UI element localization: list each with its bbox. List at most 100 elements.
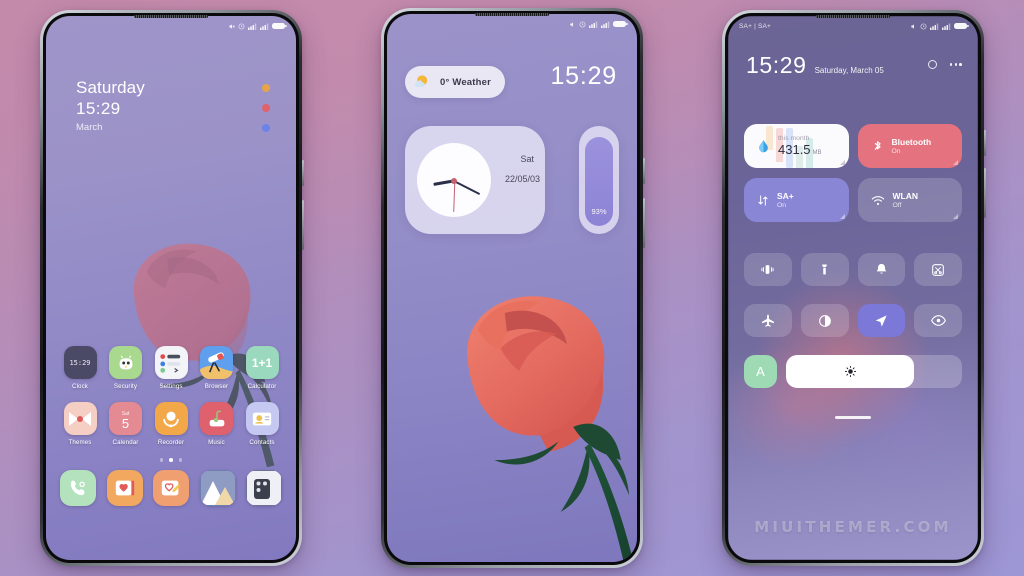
lockscreen-clock: Saturday 15:29 March bbox=[76, 78, 145, 133]
airplane-toggle[interactable] bbox=[744, 304, 792, 337]
signal-2-icon bbox=[942, 23, 951, 30]
page-dot-active[interactable] bbox=[169, 458, 173, 462]
app-label: Recorder bbox=[157, 439, 185, 446]
settings-circle-icon[interactable] bbox=[927, 60, 937, 69]
more-options-icon[interactable] bbox=[949, 63, 962, 66]
wlan-label: WLAN bbox=[892, 191, 919, 202]
sun-icon bbox=[844, 365, 856, 378]
app-label: Calendar bbox=[112, 439, 139, 446]
status-bar: SA+ | SA+ bbox=[728, 16, 978, 36]
app-music[interactable]: Music bbox=[197, 402, 237, 446]
clock-second-hand bbox=[452, 180, 455, 213]
shortcut-dot-blue[interactable] bbox=[262, 124, 270, 132]
wlan-sub: Off bbox=[892, 201, 902, 209]
camera-app-icon[interactable] bbox=[246, 469, 282, 506]
auto-brightness-button[interactable]: A bbox=[744, 355, 777, 388]
music-app-icon bbox=[200, 402, 233, 435]
weather-widget[interactable]: 0° Weather bbox=[405, 66, 506, 98]
app-recorder[interactable]: Recorder bbox=[151, 402, 191, 446]
security-robot-icon bbox=[119, 354, 132, 369]
app-label: Browser bbox=[204, 383, 229, 390]
signal-2-icon bbox=[601, 21, 610, 28]
contrast-icon bbox=[818, 314, 831, 327]
app-calendar[interactable]: Sat 5 Calendar bbox=[106, 402, 146, 446]
weather-label: 0° Weather bbox=[440, 76, 492, 88]
dark-mode-toggle[interactable] bbox=[800, 304, 849, 337]
phone-1-screen: Saturday 15:29 March 15:29 Clock Securit… bbox=[46, 16, 296, 560]
security-app-icon bbox=[109, 346, 142, 379]
recorder-app-icon bbox=[154, 402, 188, 435]
shortcut-dot-orange[interactable] bbox=[262, 84, 270, 92]
reading-toggle[interactable] bbox=[914, 304, 962, 337]
status-bar bbox=[387, 14, 637, 34]
home-time: 15:29 bbox=[550, 62, 617, 90]
mute-icon bbox=[229, 23, 235, 29]
scissors-icon bbox=[932, 263, 944, 276]
mute-icon bbox=[911, 23, 914, 29]
brightness-slider[interactable] bbox=[786, 355, 962, 388]
messages-app-icon[interactable] bbox=[106, 469, 143, 506]
app-browser[interactable]: Browser bbox=[197, 346, 237, 390]
vibrate-icon bbox=[761, 265, 774, 274]
app-label: Security bbox=[113, 383, 138, 390]
notes-pencil-icon bbox=[161, 480, 181, 495]
vibrate-toggle[interactable] bbox=[744, 253, 792, 286]
sun-cloud-icon bbox=[414, 75, 428, 87]
app-calculator[interactable]: 1+1 Calculator bbox=[242, 346, 282, 390]
flashlight-toggle[interactable] bbox=[800, 253, 849, 286]
gallery-app-icon[interactable] bbox=[199, 469, 236, 506]
expand-corner-icon[interactable] bbox=[953, 160, 958, 165]
app-clock[interactable]: 15:29 Clock bbox=[60, 346, 100, 390]
dock bbox=[46, 469, 296, 506]
clock-minute-hand bbox=[453, 180, 481, 196]
bluetooth-sub: On bbox=[891, 147, 901, 155]
clock-app-icon: 15:29 bbox=[63, 346, 97, 379]
wifi-icon bbox=[871, 195, 884, 205]
control-center-header: 15:29 Saturday, March 05 bbox=[746, 54, 884, 77]
calendar-icon-day: Sat bbox=[121, 411, 130, 417]
clock-widget[interactable]: Sat 22/05/03 bbox=[405, 126, 545, 234]
app-settings[interactable]: Settings bbox=[151, 346, 191, 390]
contacts-card-icon bbox=[252, 412, 272, 425]
calculator-app-icon: 1+1 bbox=[245, 346, 279, 379]
airplane-icon bbox=[761, 314, 774, 327]
notes-app-icon[interactable] bbox=[153, 469, 189, 506]
browser-telescope-icon bbox=[200, 352, 233, 379]
data-usage-tile[interactable]: this month 431.5 MB bbox=[744, 124, 849, 168]
phone-app-icon[interactable] bbox=[60, 469, 96, 506]
app-grid: 15:29 Clock Security Settings Browser 1+… bbox=[46, 346, 296, 506]
data-usage-value: 431.5 bbox=[778, 142, 811, 157]
eye-icon bbox=[930, 315, 946, 326]
app-contacts[interactable]: Contacts bbox=[242, 402, 282, 446]
rose-illustration bbox=[467, 296, 634, 562]
expand-corner-icon[interactable] bbox=[953, 214, 958, 219]
control-center-time: 15:29 bbox=[746, 52, 807, 78]
mobile-data-sub: On bbox=[777, 201, 787, 209]
battery-widget[interactable]: 93% bbox=[579, 126, 619, 234]
shortcut-dot-red[interactable] bbox=[262, 104, 270, 112]
page-dot[interactable] bbox=[178, 458, 183, 462]
gallery-mountain-icon bbox=[200, 470, 235, 505]
app-security[interactable]: Security bbox=[106, 346, 146, 390]
music-note-icon bbox=[209, 410, 224, 426]
screenshot-toggle[interactable] bbox=[914, 253, 962, 286]
wlan-tile[interactable]: WLAN Off bbox=[857, 178, 962, 222]
clock-center-dot bbox=[450, 177, 457, 184]
app-row-1: 15:29 Clock Security Settings Browser 1+… bbox=[46, 346, 296, 390]
screenshot-root: Saturday 15:29 March 15:29 Clock Securit… bbox=[0, 0, 1024, 576]
control-center-date: Saturday, March 05 bbox=[814, 66, 884, 75]
home-indicator[interactable] bbox=[835, 416, 871, 419]
clock-icon-time: 15:29 bbox=[69, 358, 91, 367]
app-themes[interactable]: Themes bbox=[60, 402, 100, 446]
ringer-toggle[interactable] bbox=[857, 253, 906, 286]
bell-icon bbox=[876, 263, 887, 274]
bluetooth-tile[interactable]: Bluetooth On bbox=[857, 124, 962, 168]
page-dot[interactable] bbox=[159, 458, 164, 462]
mobile-data-tile[interactable]: SA+ On bbox=[744, 178, 849, 222]
mute-icon bbox=[570, 21, 573, 27]
analog-clock-face bbox=[417, 143, 491, 217]
location-toggle[interactable] bbox=[857, 304, 906, 337]
app-label: Settings bbox=[159, 383, 183, 390]
expand-corner-icon[interactable] bbox=[839, 214, 845, 219]
expand-corner-icon[interactable] bbox=[839, 160, 845, 165]
